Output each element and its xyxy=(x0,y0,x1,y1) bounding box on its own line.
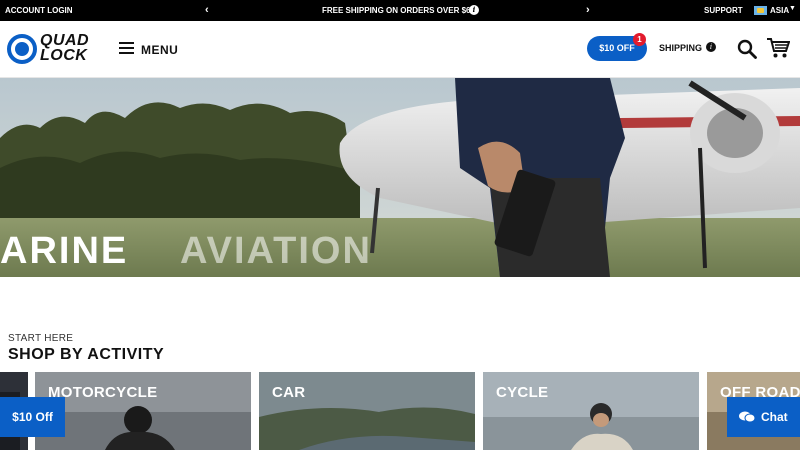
caret-down-icon[interactable]: ▼ xyxy=(789,5,796,12)
card-label: CYCLE xyxy=(496,384,549,401)
region-selector[interactable]: ASIA xyxy=(770,6,789,15)
cart-icon[interactable] xyxy=(766,37,790,59)
chat-label: Chat xyxy=(761,410,788,424)
hamburger-icon xyxy=(119,42,134,55)
announcement-bar: ACCOUNT LOGIN ‹ FREE SHIPPING ON ORDERS … xyxy=(0,0,800,21)
hero-banner[interactable]: ARINE AVIATION xyxy=(0,78,800,277)
flag-icon[interactable] xyxy=(754,6,767,15)
site-header: QUAD LOCK MENU $10 OFF 1 SHIPPING i xyxy=(0,21,800,78)
chat-icon xyxy=(739,411,755,423)
promo-text: FREE SHIPPING ON ORDERS OVER $69 xyxy=(322,6,475,15)
logo-word-bottom: LOCK xyxy=(40,47,88,64)
discount-tab[interactable]: $10 Off xyxy=(0,397,65,437)
info-icon[interactable]: i xyxy=(469,5,479,15)
activity-card-cycle[interactable]: CYCLE xyxy=(483,372,699,450)
quad-lock-logo[interactable]: QUAD LOCK xyxy=(7,33,99,65)
chevron-right-icon[interactable]: › xyxy=(586,3,590,17)
search-icon[interactable] xyxy=(737,39,757,59)
section-title: SHOP BY ACTIVITY xyxy=(8,346,165,363)
info-icon[interactable]: i xyxy=(706,42,716,52)
support-link[interactable]: SUPPORT xyxy=(704,6,743,15)
menu-label: MENU xyxy=(141,43,179,57)
logo-word-top: QUAD xyxy=(40,32,90,49)
shipping-link[interactable]: SHIPPING xyxy=(659,43,702,53)
hero-slide-text-next[interactable]: AVIATION xyxy=(180,230,372,273)
discount-badge: 1 xyxy=(633,33,646,46)
hero-slide-text-current: ARINE xyxy=(0,230,129,272)
activity-card-car[interactable]: CAR xyxy=(259,372,475,450)
account-login-link[interactable]: ACCOUNT LOGIN xyxy=(5,6,73,15)
card-label: CAR xyxy=(272,384,306,401)
chevron-left-icon[interactable]: ‹ xyxy=(205,3,209,17)
section-eyebrow: START HERE xyxy=(8,333,74,344)
logo-mark-icon xyxy=(7,34,37,64)
activity-card-motorcycle[interactable]: MOTORCYCLE xyxy=(35,372,251,450)
chat-button[interactable]: Chat xyxy=(727,397,800,437)
